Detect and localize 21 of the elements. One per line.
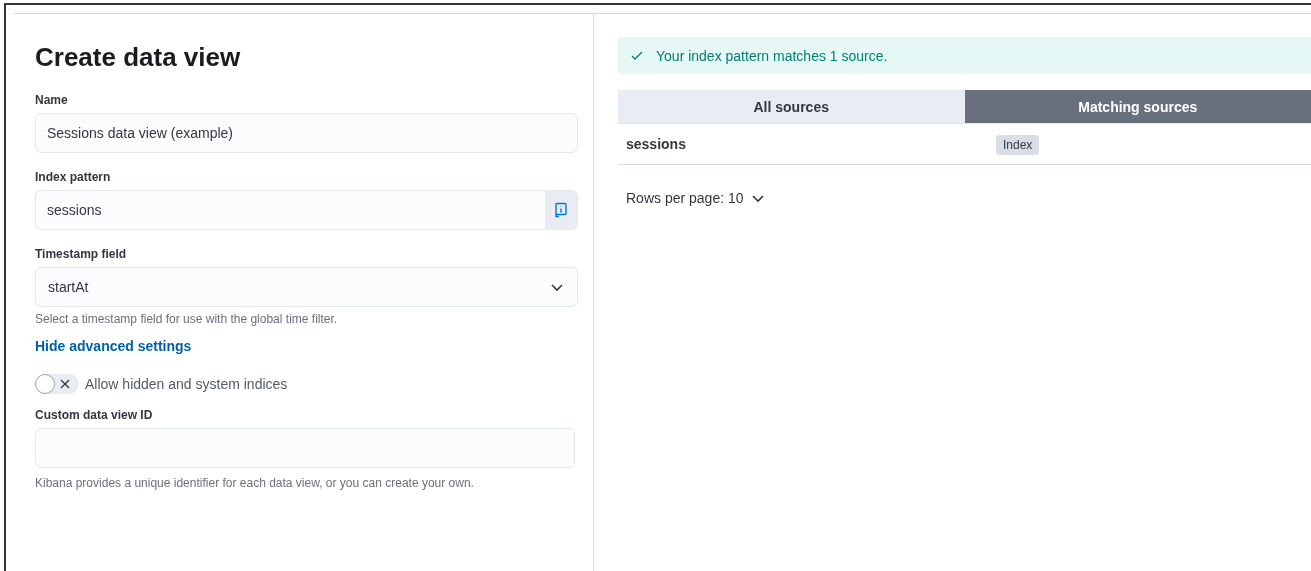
help-text: Kibana provides a unique identifier for each data view, or you can create your own.	[35, 476, 474, 490]
type-badge: Index	[996, 135, 1040, 155]
source-tab[interactable]: All sources	[618, 90, 965, 123]
name-field[interactable]: Sessions data view (example)	[36, 114, 577, 152]
advanced-settings-link[interactable]: Hide advanced settings	[35, 338, 192, 354]
toggle-switch[interactable]	[35, 374, 79, 394]
help-book-icon[interactable]	[545, 191, 577, 229]
source-tab[interactable]: Matching sources	[964, 90, 1311, 123]
field-label: Custom data view ID	[35, 408, 153, 422]
table-cell-text: sessions	[625, 136, 687, 152]
help-text: Select a timestamp field for use with the global time filter.	[35, 312, 338, 326]
field-label: Timestamp field	[35, 247, 127, 261]
toggle-label: Allow hidden and system indices	[85, 376, 288, 392]
page-title: Create data view	[35, 41, 242, 73]
custom-id-field[interactable]	[35, 428, 575, 468]
field-label: Name	[35, 93, 68, 107]
field-label: Index pattern	[35, 170, 111, 184]
cross-icon	[60, 379, 70, 389]
timestamp-select[interactable]: startAt	[35, 267, 578, 307]
rows-per-page-button[interactable]: Rows per page: 10	[626, 190, 766, 206]
callout-text: Your index pattern matches 1 source.	[656, 47, 888, 64]
